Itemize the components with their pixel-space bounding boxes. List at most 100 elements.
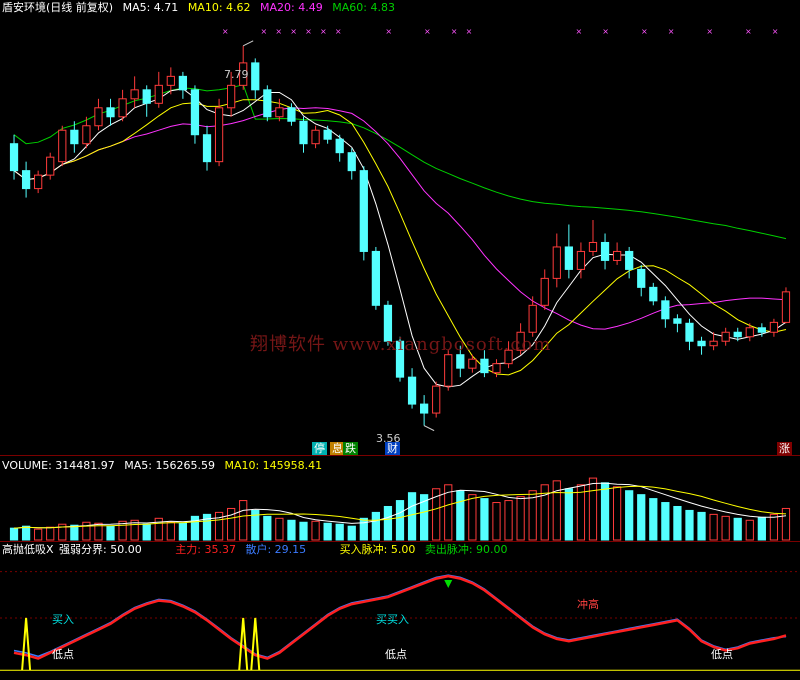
volume-bar	[106, 525, 115, 541]
volume-bar	[190, 515, 200, 541]
event-marker: ×	[335, 27, 342, 36]
candle-body	[757, 327, 766, 333]
candle-body	[420, 403, 429, 414]
low-point-label-2: 低点	[385, 648, 407, 661]
volume-bar	[383, 505, 393, 541]
price-volume-divider	[0, 455, 800, 456]
event-marker: ×	[706, 27, 713, 36]
event-marker: ×	[320, 27, 327, 36]
volume-bar	[395, 500, 405, 541]
volume-bar	[347, 525, 356, 541]
candle-body	[251, 62, 260, 91]
candle-body	[323, 129, 332, 140]
candle-body	[154, 84, 163, 104]
candle-body	[58, 129, 67, 163]
candle-body	[106, 107, 115, 118]
indicator-header: 高抛低吸X 强弱分界: 50.00 主力: 35.37 散户: 29.15 买入…	[2, 543, 514, 556]
candle-body	[600, 241, 610, 261]
candle-body	[311, 129, 320, 145]
candle-body	[576, 250, 586, 270]
candle-body	[781, 291, 791, 323]
candle-body	[21, 170, 31, 190]
sell-pulse-value: 卖出脉冲: 90.00	[424, 543, 508, 556]
candle-body	[34, 174, 43, 190]
candle-body	[673, 318, 682, 324]
volume-bar	[781, 507, 791, 541]
candle-body	[263, 89, 272, 118]
volume-bar	[625, 490, 634, 541]
candle-body	[287, 107, 296, 122]
event-marker: ×	[772, 27, 779, 36]
candle-body	[468, 358, 477, 369]
sell-arrow-icon	[444, 580, 453, 588]
chart-stage: × × × × × × × × × × × × × × × × × × 盾安环境(日线 前复权) MA5: 4.7…	[0, 0, 800, 680]
candle-body	[444, 354, 453, 387]
tag-ting: 停	[312, 442, 327, 455]
volume-bar	[504, 500, 513, 541]
volume-bar	[9, 527, 19, 541]
event-marker: ×	[305, 27, 312, 36]
chong-gao-label: 冲高	[577, 598, 599, 611]
candle-body	[552, 246, 561, 279]
low-pointer	[423, 425, 435, 432]
volume-bar	[46, 526, 55, 541]
event-marker: ×	[745, 27, 752, 36]
candle-body	[733, 331, 742, 338]
retail-value: 散户: 29.15	[245, 543, 307, 556]
candle-body	[371, 250, 380, 306]
candle-body	[214, 107, 224, 163]
event-marker: ×	[222, 27, 229, 36]
candle-body	[190, 89, 200, 136]
volume-bar	[371, 511, 380, 541]
volume-bar	[142, 523, 151, 541]
volume-bar	[311, 520, 320, 541]
buy-pulse-value: 买入脉冲: 5.00	[339, 543, 416, 556]
volume-value: VOLUME: 314481.97	[2, 459, 115, 472]
volume-bar	[769, 513, 779, 541]
candle-body	[661, 300, 670, 320]
volume-ma10: MA10: 145958.41	[224, 459, 323, 472]
candle-body	[335, 138, 344, 154]
candle-body	[227, 84, 236, 109]
event-marker: ×	[385, 27, 392, 36]
low-point-label-1: 低点	[52, 648, 74, 661]
candle-body	[359, 170, 368, 252]
low-point-label-3: 低点	[711, 648, 733, 661]
candle-body	[625, 250, 634, 270]
volume-bar	[576, 484, 586, 541]
event-marker: ×	[602, 27, 609, 36]
ma60-value: MA60: 4.83	[332, 1, 395, 14]
candle-body	[70, 129, 79, 145]
volume-bar	[166, 521, 175, 541]
candle-body	[769, 321, 779, 333]
volume-bar	[757, 516, 766, 541]
buy-pulse-spike	[250, 617, 261, 671]
indicator-name: 高抛低吸X	[2, 543, 54, 556]
tag-die: 跌	[343, 442, 358, 455]
event-marker: ×	[260, 27, 267, 36]
strength-line-value: 强弱分界: 50.00	[59, 543, 142, 556]
volume-bar	[335, 523, 344, 541]
candle-body	[178, 75, 188, 91]
volume-bar	[673, 505, 682, 541]
volume-indicator-divider	[0, 541, 800, 542]
candle-body	[166, 75, 175, 86]
event-marker: ×	[641, 27, 648, 36]
candle-body	[432, 385, 441, 414]
volume-bar	[697, 511, 706, 541]
volume-bar	[564, 488, 573, 541]
volume-bar	[661, 502, 670, 541]
candle-body	[709, 340, 718, 347]
candle-body	[275, 107, 284, 118]
low-price-label: 3.56	[376, 432, 401, 445]
volume-bar	[745, 519, 754, 541]
candle-body	[347, 152, 356, 172]
event-marker: ×	[466, 27, 473, 36]
ma20-value: MA20: 4.49	[260, 1, 323, 14]
volume-bar	[70, 524, 79, 541]
candle-body	[118, 98, 127, 118]
volume-bar	[600, 482, 610, 541]
stock-title: 盾安环境(日线 前复权)	[2, 1, 114, 14]
volume-bar	[637, 494, 646, 541]
volume-bar	[239, 500, 248, 541]
